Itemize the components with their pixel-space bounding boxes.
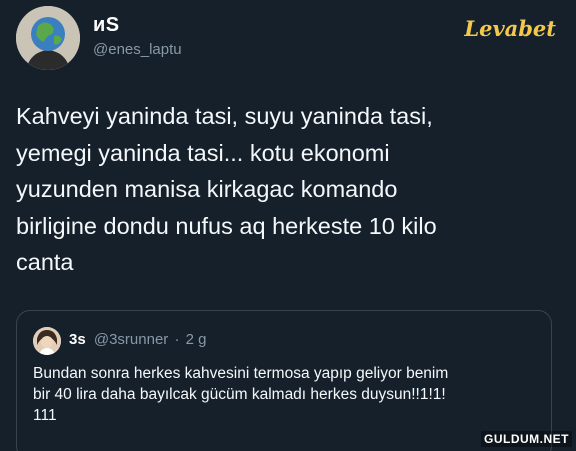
display-name[interactable]: ᴎS	[93, 14, 120, 37]
user-handle[interactable]: @enes_laptu	[93, 41, 182, 58]
tweet-line: canta	[16, 249, 74, 275]
quote-line: bir 40 lira daha bayılcak gücüm kalmadı …	[33, 386, 446, 403]
quote-timestamp[interactable]: 2 g	[186, 331, 207, 348]
quote-line: 111	[33, 407, 57, 424]
quoted-tweet-card[interactable]: 3s @3srunner · 2 g Bundan sonra herkes k…	[16, 310, 552, 451]
avatar[interactable]	[16, 6, 80, 70]
avatar-globe-icon	[16, 6, 80, 70]
quote-avatar[interactable]	[33, 327, 61, 355]
quote-separator: ·	[174, 331, 180, 348]
quote-header: 3s @3srunner · 2 g	[69, 331, 207, 348]
levabet-watermark: Levabet	[464, 16, 556, 41]
quote-line: Bundan sonra herkes kahvesini termosa ya…	[33, 365, 449, 382]
tweet-text: Kahveyi yaninda tasi, suyu yaninda tasi,…	[16, 98, 556, 281]
quote-author-handle[interactable]: @3srunner	[94, 331, 168, 348]
guldum-watermark: GULDUM.NET	[481, 431, 572, 447]
tweet-line: birligine dondu nufus aq herkeste 10 kil…	[16, 212, 437, 239]
quote-author-name[interactable]: 3s	[69, 331, 86, 348]
quote-avatar-face-icon	[33, 327, 61, 355]
tweet-line: yuzunden manisa kirkagac komando	[16, 176, 398, 202]
tweet-line: Kahveyi yaninda tasi, suyu yaninda tasi,	[16, 103, 433, 129]
quote-text: Bundan sonra herkes kahvesini termosa ya…	[33, 363, 538, 426]
tweet-line: yemegi yaninda tasi... kotu ekonomi	[16, 139, 390, 166]
